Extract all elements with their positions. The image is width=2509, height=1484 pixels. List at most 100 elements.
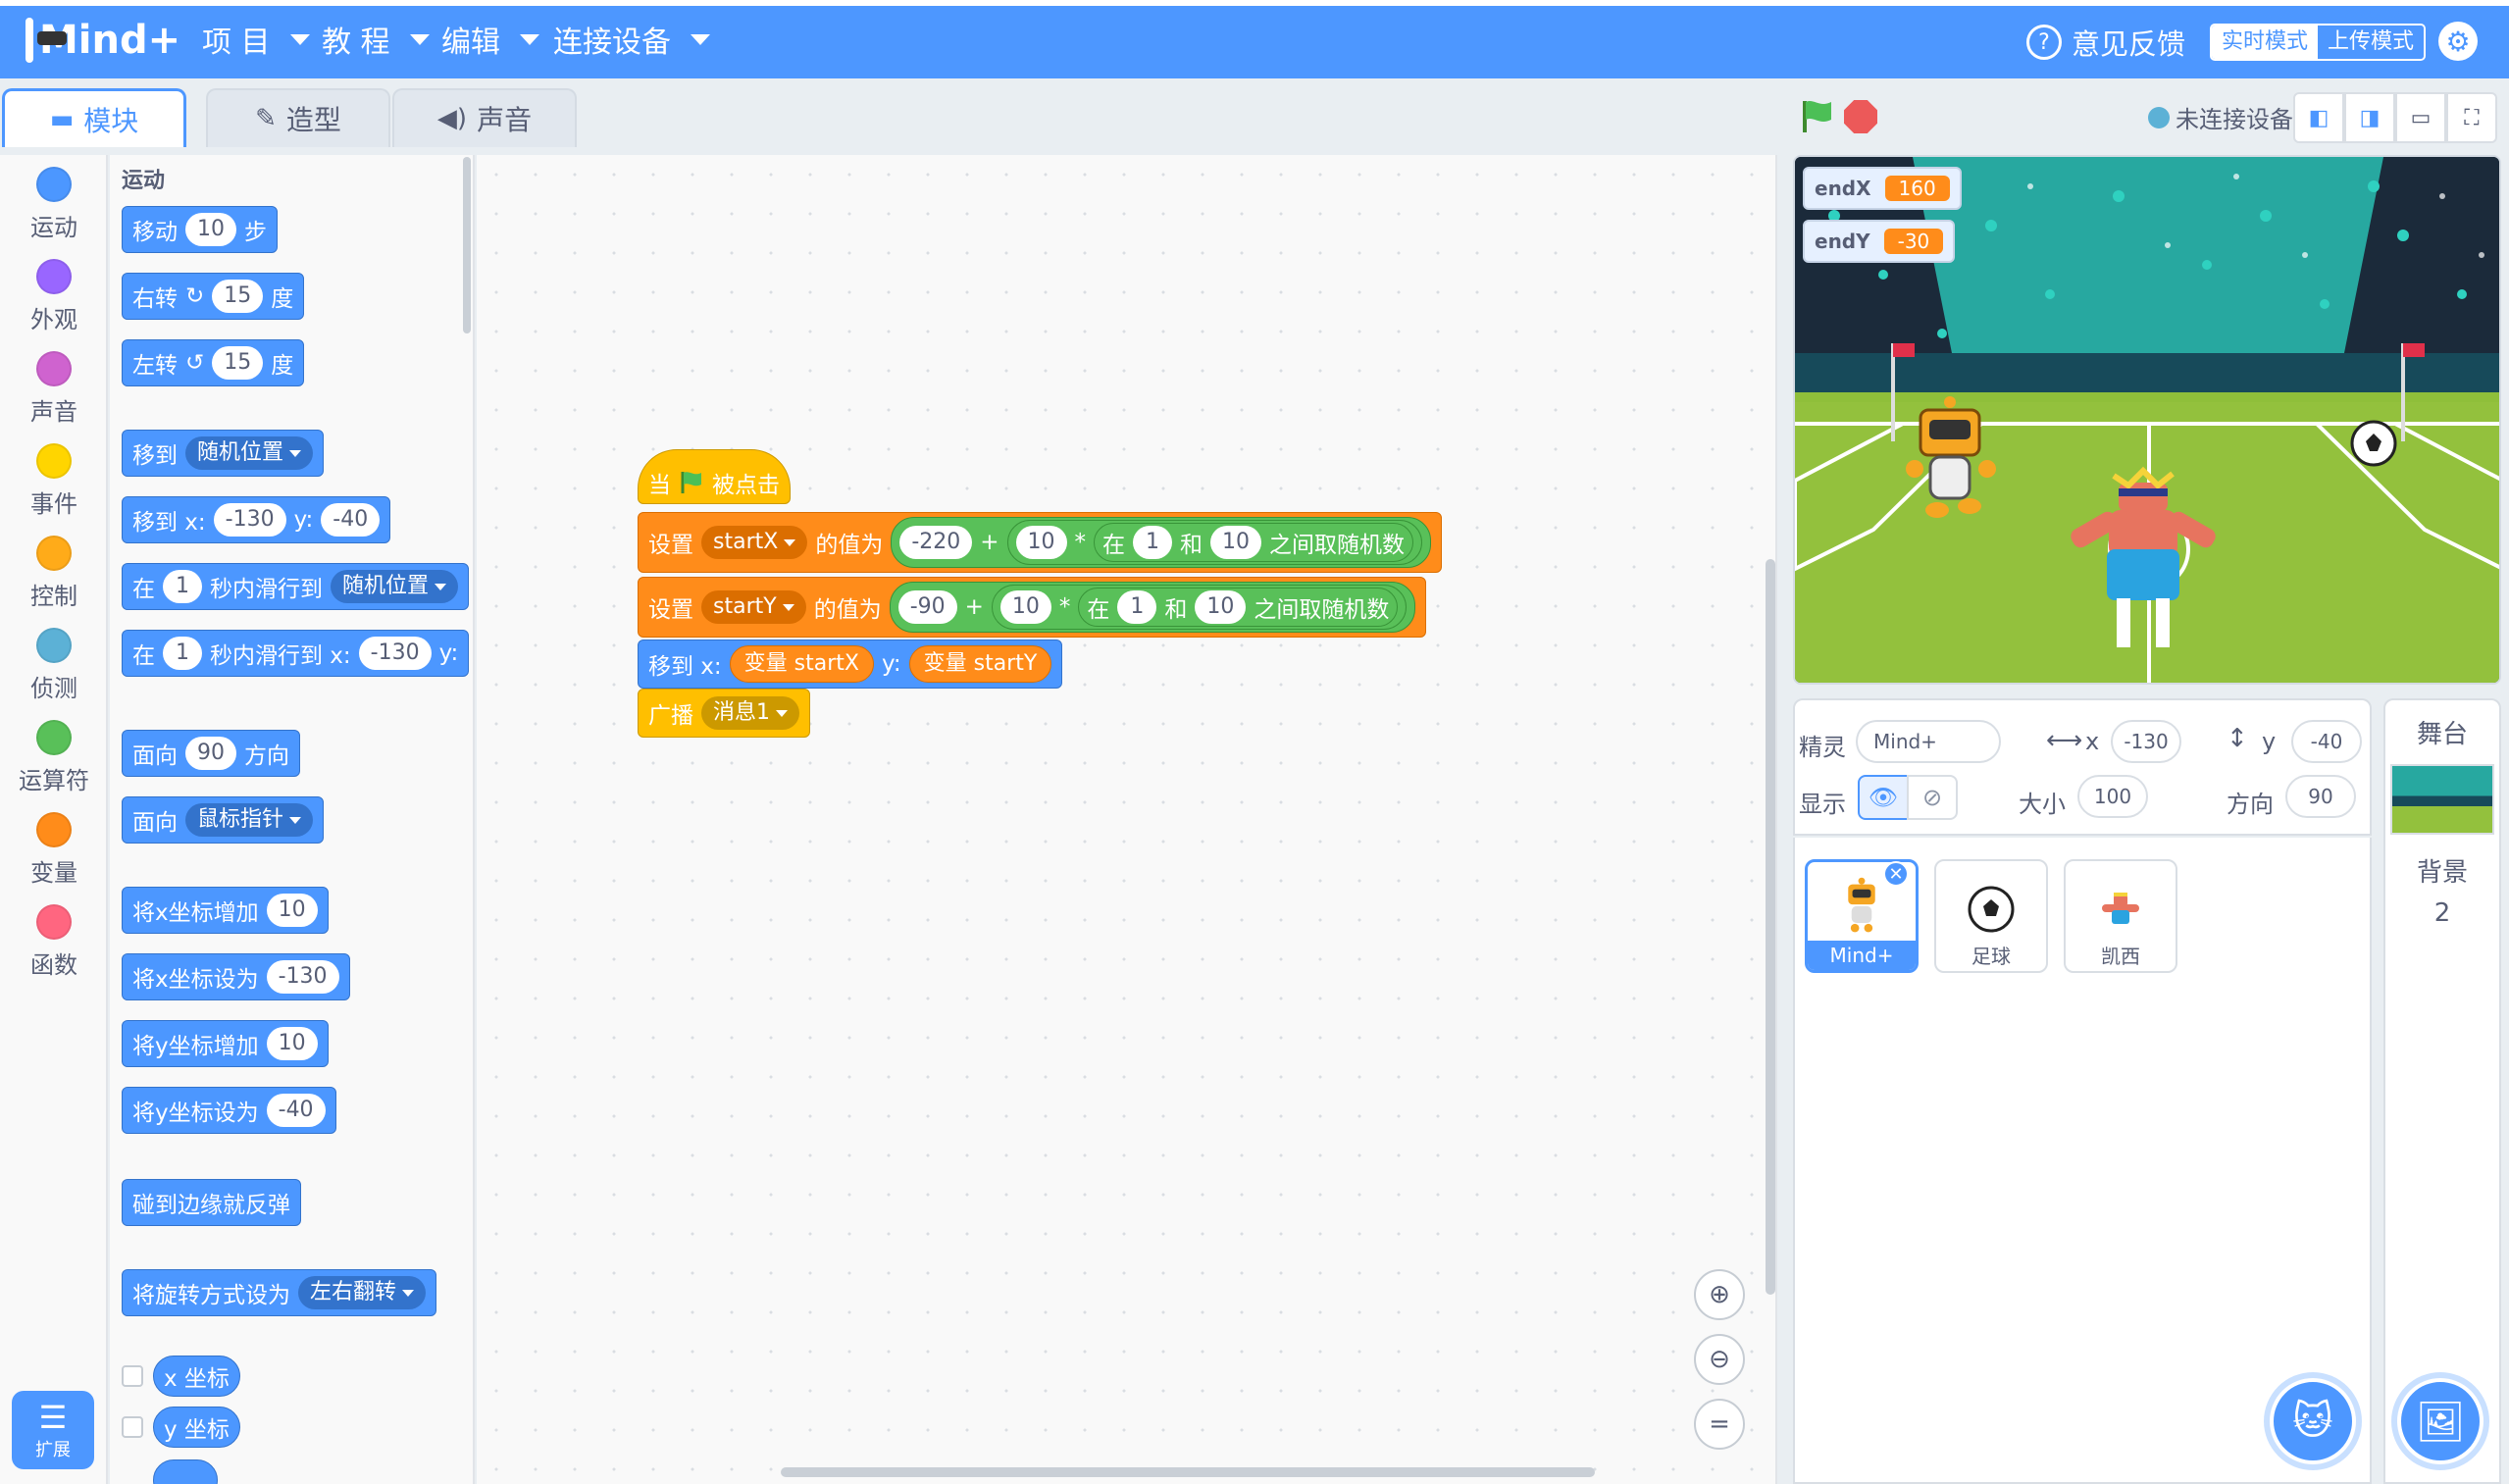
x-input[interactable]: -130 [2111, 720, 2181, 763]
zoom-in-icon[interactable]: ⊕ [1694, 1269, 1745, 1320]
block-bounce-on-edge[interactable]: 碰到边缘就反弹 [122, 1179, 301, 1226]
number-input[interactable]: -90 [897, 590, 957, 624]
operator-add[interactable]: -90 + 10 * 在 1 和 10 之间取随机数 [889, 582, 1416, 633]
seconds-input[interactable]: 1 [163, 570, 202, 603]
direction-input[interactable]: 90 [185, 737, 236, 770]
sprite-card-casey[interactable]: 凯西 [2064, 859, 2177, 973]
size-input[interactable]: 100 [2077, 775, 2148, 818]
category-4[interactable]: 事件 [0, 434, 108, 526]
feedback-button[interactable]: ? 意见反馈 [2026, 22, 2185, 63]
block-set-rotation-style[interactable]: 将旋转方式设为 左右翻转 [122, 1269, 437, 1316]
block-set-x[interactable]: 将x坐标设为 -130 [122, 953, 350, 1000]
mode-switch[interactable]: 实时模式 上传模式 [2210, 24, 2427, 61]
add-sprite-icon[interactable]: 🐱 [2270, 1378, 2356, 1464]
direction-input[interactable]: 90 [2285, 775, 2356, 818]
operator-multiply[interactable]: 10 * 在 1 和 10 之间取随机数 [1006, 520, 1423, 565]
number-input[interactable]: 10 [1195, 590, 1247, 624]
small-stage-layout-icon[interactable]: ◧ [2293, 92, 2344, 143]
block-set-y[interactable]: 将y坐标设为 -40 [122, 1087, 336, 1134]
x-input[interactable]: -130 [358, 637, 432, 670]
value-input[interactable]: 10 [266, 1027, 318, 1060]
fullscreen-icon[interactable]: ⛶ [2446, 92, 2497, 143]
menu-tutorial[interactable]: 教 程 [322, 18, 430, 61]
eye-icon[interactable]: 👁 [1858, 775, 1909, 820]
green-flag-icon[interactable] [1799, 98, 1834, 133]
large-stage-layout-icon[interactable]: ▭ [2395, 92, 2446, 143]
gear-icon[interactable]: ⚙ [2438, 22, 2478, 61]
block-set-variable-starty[interactable]: 设置 startY 的值为 -90 + 10 * 在 1 和 10 之间取随机数 [638, 577, 1427, 638]
menu-connect-device[interactable]: 连接设备 [553, 18, 710, 61]
variable-monitor-endy[interactable]: endY -30 [1803, 220, 1956, 263]
number-input[interactable]: 10 [999, 590, 1051, 624]
block-change-x[interactable]: 将x坐标增加 10 [122, 887, 329, 934]
operator-multiply[interactable]: 10 * 在 1 和 10 之间取随机数 [991, 585, 1408, 630]
x-input[interactable]: -130 [213, 503, 286, 537]
add-backdrop-icon[interactable]: 🖼 [2397, 1378, 2483, 1464]
block-turn-left[interactable]: 左转 ↺ 15 度 [122, 339, 305, 386]
steps-input[interactable]: 10 [185, 213, 236, 246]
value-input[interactable]: 10 [266, 894, 318, 927]
variable-reporter-starty[interactable]: 变量 startY [908, 645, 1052, 683]
sprite-card-ball[interactable]: 足球 [1934, 859, 2048, 973]
operator-add[interactable]: -220 + 10 * 在 1 和 10 之间取随机数 [891, 517, 1432, 568]
category-6[interactable]: 侦测 [0, 618, 108, 710]
category-2[interactable]: 外观 [0, 249, 108, 341]
value-input[interactable]: -130 [266, 960, 339, 994]
stage-selector-panel[interactable]: 舞台 背景 2 [2383, 698, 2501, 1484]
seconds-input[interactable]: 1 [163, 637, 202, 670]
menu-edit[interactable]: 编辑 [441, 18, 539, 61]
degrees-input[interactable]: 15 [212, 280, 264, 313]
menu-project[interactable]: 项 目 [202, 18, 310, 61]
block-move-steps[interactable]: 移动 10 步 [122, 206, 278, 253]
number-input[interactable]: 10 [1015, 526, 1067, 559]
block-set-variable-startx[interactable]: 设置 startX 的值为 -220 + 10 * 在 1 和 10 之间取随机… [638, 512, 1443, 573]
block-when-flag-clicked[interactable]: 当 被点击 [638, 449, 791, 504]
category-3[interactable]: 声音 [0, 341, 108, 434]
delete-sprite-icon[interactable]: ✕ [1883, 861, 1909, 887]
y-input[interactable]: -40 [321, 503, 381, 537]
y-input[interactable]: -40 [2291, 720, 2362, 763]
towards-dropdown[interactable]: 鼠标指针 [185, 803, 314, 837]
block-x-position[interactable]: x 坐标 [153, 1356, 240, 1397]
ypos-checkbox[interactable] [122, 1416, 143, 1438]
category-5[interactable]: 控制 [0, 526, 108, 618]
block-glide[interactable]: 在 1 秒内滑行到 随机位置 [122, 563, 470, 610]
variable-reporter-startx[interactable]: 变量 startX [729, 645, 874, 683]
tab-sounds[interactable]: ◀) 声音 [392, 88, 577, 147]
block-direction-reporter[interactable] [153, 1459, 218, 1484]
xpos-checkbox[interactable] [122, 1365, 143, 1387]
app-logo[interactable]: Mind+ [26, 12, 180, 69]
number-input[interactable]: 1 [1117, 590, 1157, 624]
category-8[interactable]: 变量 [0, 802, 108, 895]
tab-blocks[interactable]: ▬ 模块 [2, 88, 186, 147]
goto-target-dropdown[interactable]: 随机位置 [185, 436, 314, 470]
backdrop-thumbnail[interactable] [2390, 764, 2494, 835]
variable-monitor-endx[interactable]: endX 160 [1803, 167, 1962, 210]
block-glide-xy[interactable]: 在 1 秒内滑行到 x: -130 y: [122, 630, 470, 677]
stop-icon[interactable] [1844, 100, 1877, 133]
workspace-horizontal-scrollbar[interactable] [781, 1467, 1595, 1477]
palette-scrollbar[interactable] [463, 157, 471, 333]
number-input[interactable]: 10 [1210, 526, 1262, 559]
upload-mode-button[interactable]: 上传模式 [2318, 26, 2425, 59]
script-workspace[interactable] [477, 155, 2223, 1484]
block-goto[interactable]: 移到 随机位置 [122, 430, 325, 477]
operator-random[interactable]: 在 1 和 10 之间取随机数 [1094, 523, 1414, 562]
variable-dropdown[interactable]: startX [701, 526, 808, 559]
zoom-out-icon[interactable]: ⊖ [1694, 1334, 1745, 1385]
message-dropdown[interactable]: 消息1 [701, 696, 799, 730]
variable-dropdown[interactable]: startY [701, 590, 806, 624]
degrees-input[interactable]: 15 [212, 346, 264, 380]
realtime-mode-button[interactable]: 实时模式 [2212, 26, 2319, 59]
operator-random[interactable]: 在 1 和 10 之间取随机数 [1078, 588, 1399, 627]
tab-costumes[interactable]: ✎ 造型 [206, 88, 390, 147]
category-9[interactable]: 函数 [0, 895, 108, 987]
eye-slash-icon[interactable]: ⊘ [1907, 775, 1958, 820]
sprite-name-input[interactable]: Mind+ [1856, 720, 2001, 763]
glide-target-dropdown[interactable]: 随机位置 [331, 570, 459, 603]
extension-button[interactable]: ☰ 扩展 [12, 1391, 94, 1469]
block-turn-right[interactable]: 右转 ↻ 15 度 [122, 273, 305, 320]
value-input[interactable]: -40 [266, 1094, 326, 1127]
normal-stage-layout-icon[interactable]: ◨ [2344, 92, 2395, 143]
zoom-reset-icon[interactable]: = [1694, 1399, 1745, 1450]
